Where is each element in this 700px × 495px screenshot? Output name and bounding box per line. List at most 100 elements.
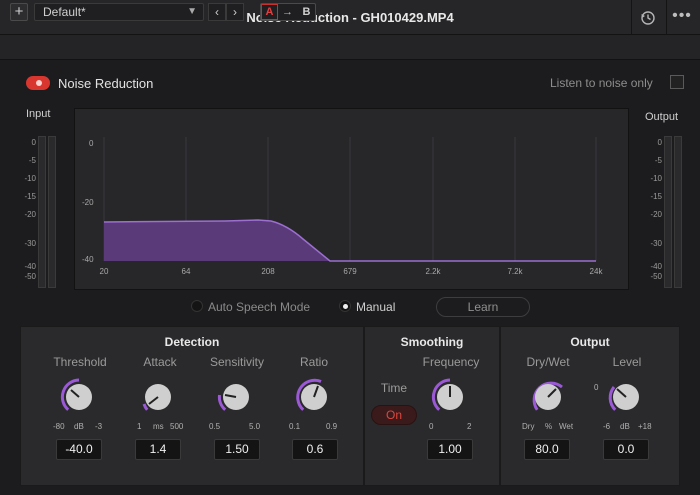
sensitivity-value-field[interactable]: 1.50	[214, 439, 260, 460]
copy-a-to-b-button[interactable]: →	[279, 4, 296, 20]
drywet-knob[interactable]	[529, 378, 567, 416]
meter-tick: -50	[24, 272, 36, 281]
reset-icon[interactable]	[639, 9, 657, 27]
meter-tick: -30	[650, 239, 662, 248]
frequency-label: Frequency	[422, 355, 480, 369]
meter-tick: 0	[31, 138, 36, 147]
attack-value-field[interactable]: 1.4	[135, 439, 181, 460]
sensitivity-knob[interactable]	[217, 378, 255, 416]
x-tick-label: 64	[182, 267, 191, 276]
threshold-value-field[interactable]: -40.0	[56, 439, 102, 460]
noise-reduction-toggle[interactable]	[26, 76, 50, 90]
input-meter-right	[48, 136, 56, 288]
divider	[666, 0, 667, 35]
y-tick-label: -40	[82, 255, 94, 264]
manual-label: Manual	[356, 300, 396, 314]
smoothing-title: Smoothing	[400, 335, 464, 349]
attack-max: 500	[170, 422, 184, 431]
x-tick-label: 7.2k	[507, 267, 523, 276]
noise-reduction-label: Noise Reduction	[58, 76, 154, 91]
threshold-min: -80	[53, 422, 65, 431]
previous-preset-button[interactable]: ‹	[208, 3, 226, 21]
level-zero-mark: 0	[594, 383, 599, 392]
meter-tick: -30	[24, 239, 36, 248]
add-preset-button[interactable]: +	[10, 3, 28, 21]
noise-profile-graph[interactable]: 0 -20 -40 20 64 208 679 2.2k 7.2k 24k	[74, 108, 629, 290]
threshold-label: Threshold	[53, 355, 107, 369]
meter-tick: -10	[650, 174, 662, 183]
frequency-knob[interactable]	[431, 378, 469, 416]
time-on-button[interactable]: On	[371, 405, 417, 425]
preset-value: Default*	[43, 5, 86, 19]
threshold-max: -3	[95, 422, 103, 431]
level-value-field[interactable]: 0.0	[603, 439, 649, 460]
input-meter-scale: 0 -5 -10 -15 -20 -30 -40 -50	[18, 138, 36, 284]
output-panel	[500, 326, 680, 486]
threshold-knob[interactable]	[60, 378, 98, 416]
x-tick-label: 2.2k	[425, 267, 441, 276]
noise-curve-fill	[104, 220, 330, 261]
preset-dropdown[interactable]: Default* ▼	[34, 3, 204, 21]
meter-tick: -20	[650, 210, 662, 219]
level-knob[interactable]	[607, 378, 645, 416]
drywet-max: Wet	[559, 422, 574, 431]
sensitivity-min: 0.5	[209, 422, 221, 431]
more-options-icon[interactable]: •••	[671, 8, 693, 27]
output-meter-right	[674, 136, 682, 288]
learn-button[interactable]: Learn	[436, 297, 530, 317]
compare-a-button[interactable]: A	[261, 4, 278, 20]
meter-tick: -40	[650, 262, 662, 271]
ratio-knob[interactable]	[295, 378, 333, 416]
chevron-down-icon: ▼	[187, 6, 197, 17]
next-preset-button[interactable]: ›	[226, 3, 244, 21]
x-tick-label: 20	[100, 267, 109, 276]
level-unit: dB	[620, 422, 630, 431]
listen-noise-label: Listen to noise only	[550, 76, 653, 90]
noise-profile-svg: 0 -20 -40 20 64 208 679 2.2k 7.2k 24k	[82, 137, 603, 276]
drywet-value-field[interactable]: 80.0	[524, 439, 570, 460]
manual-radio[interactable]	[339, 300, 351, 312]
frequency-min: 0	[429, 422, 434, 431]
output-meter-label: Output	[645, 111, 679, 123]
meter-tick: -10	[24, 174, 36, 183]
meter-tick: -5	[28, 156, 36, 165]
drywet-unit: %	[545, 422, 553, 431]
drywet-min: Dry	[522, 422, 535, 431]
sensitivity-label: Sensitivity	[209, 355, 265, 369]
attack-min: 1	[137, 422, 142, 431]
attack-label: Attack	[143, 355, 177, 369]
listen-noise-checkbox[interactable]	[670, 75, 684, 89]
y-tick-label: -20	[82, 198, 94, 207]
drywet-label: Dry/Wet	[526, 355, 570, 369]
output-meter-left	[664, 136, 672, 288]
frequency-value-field[interactable]: 1.00	[427, 439, 473, 460]
output-title: Output	[570, 335, 610, 349]
level-min: -6	[603, 422, 611, 431]
ratio-value-field[interactable]: 0.6	[292, 439, 338, 460]
x-tick-label: 679	[343, 267, 357, 276]
attack-unit: ms	[153, 422, 164, 431]
compare-b-button[interactable]: B	[298, 4, 315, 20]
meter-tick: 0	[657, 138, 662, 147]
ratio-min: 0.1	[289, 422, 301, 431]
level-label: Level	[612, 355, 642, 369]
ratio-max: 0.9	[326, 422, 338, 431]
sensitivity-max: 5.0	[249, 422, 261, 431]
auto-speech-radio[interactable]	[191, 300, 203, 312]
detection-title: Detection	[164, 335, 220, 349]
frequency-max: 2	[467, 422, 472, 431]
meter-tick: -15	[650, 192, 662, 201]
output-meter-scale: 0 -5 -10 -15 -20 -30 -40 -50	[640, 138, 662, 284]
time-label: Time	[380, 381, 408, 395]
input-meter-left	[38, 136, 46, 288]
divider	[631, 0, 632, 35]
meter-tick: -5	[654, 156, 662, 165]
preset-bar	[0, 35, 700, 60]
level-max: +18	[638, 422, 652, 431]
x-tick-label: 208	[261, 267, 275, 276]
meter-tick: -15	[24, 192, 36, 201]
attack-knob[interactable]	[139, 378, 177, 416]
y-tick-label: 0	[89, 139, 94, 148]
meter-tick: -40	[24, 262, 36, 271]
meter-tick: -20	[24, 210, 36, 219]
